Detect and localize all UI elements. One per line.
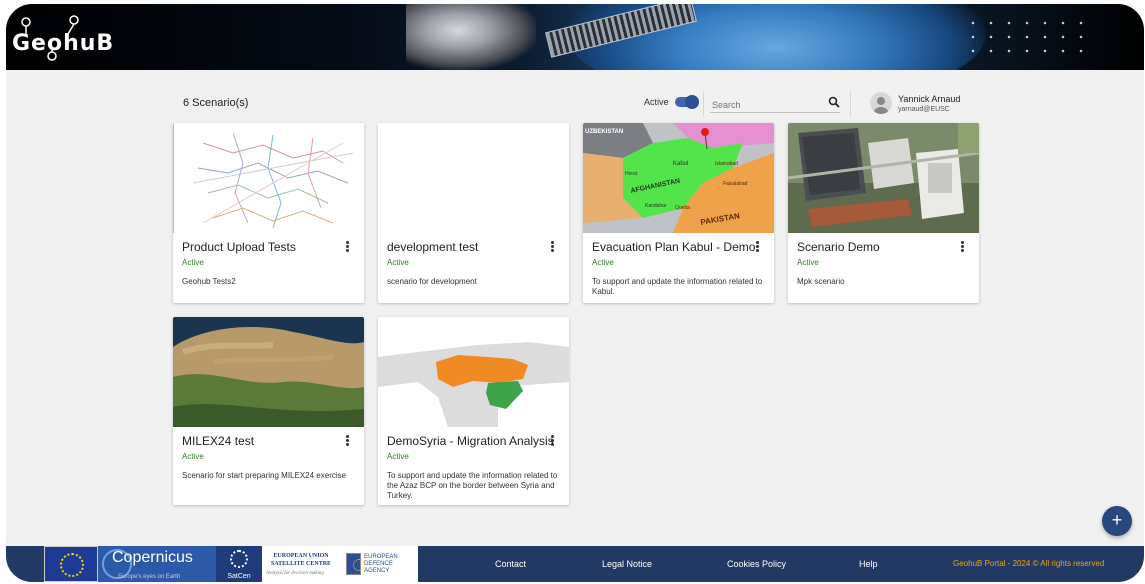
scenario-thumbnail (173, 123, 364, 233)
status-badge: Active (182, 258, 204, 267)
eda-label: EUROPEAN DEFENCE AGENCY (364, 553, 398, 574)
user-email: yarnaud@EUSC (898, 105, 950, 113)
user-name: Yannick Arnaud (898, 93, 961, 104)
user-menu[interactable]: Yannick Arnaud yarnaud@EUSC (870, 92, 960, 114)
status-badge: Active (387, 258, 409, 267)
satellite-africa-image (173, 317, 364, 427)
scenario-card[interactable]: development test Active scenario for dev… (378, 123, 569, 303)
toolbar-divider (850, 91, 851, 117)
scenario-count: 6 Scenario(s) (183, 97, 249, 109)
search-icon[interactable] (828, 96, 840, 108)
search-box[interactable] (710, 95, 840, 113)
scenario-thumbnail: UZBEKISTAN AFGHANISTAN PAKISTAN Kabul He… (583, 123, 774, 233)
active-filter-label: Active (644, 97, 669, 107)
scenario-title[interactable]: Evacuation Plan Kabul - Demo (592, 240, 765, 254)
scenario-title[interactable]: Product Upload Tests (182, 240, 355, 254)
network-map-image (173, 123, 364, 233)
more-options-icon[interactable] (551, 435, 555, 447)
scenario-thumbnail (788, 123, 979, 233)
active-toggle[interactable] (674, 95, 699, 109)
footer-link-contact[interactable]: Contact (495, 559, 526, 569)
more-options-icon[interactable] (961, 241, 965, 253)
add-scenario-button[interactable]: + (1102, 506, 1132, 536)
scenario-description: Mpk scenario (797, 277, 845, 286)
satellite-image (406, 4, 536, 70)
scenario-card[interactable]: Product Upload Tests Active Geohub Tests… (173, 123, 364, 303)
footer: Copernicus Europe's eyes on Earth SatCen… (6, 546, 1144, 582)
map-label: Kandahar (645, 203, 667, 209)
more-options-icon[interactable] (756, 241, 760, 253)
scenario-description: Scenario for start preparing MILEX24 exe… (182, 471, 347, 480)
active-filter[interactable]: Active (644, 95, 699, 109)
avatar[interactable] (870, 92, 892, 114)
geohub-logo[interactable]: GeohuB (12, 12, 113, 62)
footer-link-help[interactable]: Help (859, 559, 878, 569)
logo-text: GeohuB (12, 30, 115, 56)
satcen-label: SatCen (227, 573, 251, 580)
status-badge: Active (592, 258, 614, 267)
scenario-description: scenario for development (387, 277, 477, 286)
map-label: Kabul (673, 161, 688, 167)
satcen-logo: SatCen (216, 546, 262, 582)
scenario-title[interactable]: Scenario Demo (797, 240, 970, 254)
stars-image (964, 16, 1084, 56)
satcen-tagline: Analysis for decision making (266, 571, 324, 576)
scenario-title[interactable]: MILEX24 test (182, 434, 355, 448)
satcen-name: EUROPEAN UNION SATELLITE CENTRE Analysis… (262, 546, 340, 582)
scenario-card[interactable]: MILEX24 test Active Scenario for start p… (173, 317, 364, 505)
status-badge: Active (182, 452, 204, 461)
map-label: Quetta (675, 205, 690, 211)
status-badge: Active (387, 452, 409, 461)
satcen-full-name: EUROPEAN UNION SATELLITE CENTRE (270, 553, 332, 567)
app-frame: GeohuB 6 Scenario(s) Active Yannick Arna… (6, 4, 1144, 582)
afghanistan-map-image: UZBEKISTAN AFGHANISTAN PAKISTAN Kabul He… (583, 123, 774, 233)
eda-badge-icon (346, 553, 366, 575)
scenario-description: To support and update the information re… (387, 471, 558, 500)
map-label: Herat (625, 171, 638, 177)
scenario-description: Geohub Tests2 (182, 277, 236, 286)
scenario-card[interactable]: UZBEKISTAN AFGHANISTAN PAKISTAN Kabul He… (583, 123, 774, 303)
scenario-thumbnail (378, 123, 569, 233)
header-banner: GeohuB (6, 4, 1144, 70)
status-badge: Active (797, 258, 819, 267)
toolbar-divider (703, 91, 704, 117)
turkey-syria-map-image (378, 317, 569, 427)
copernicus-label: Copernicus (112, 549, 193, 566)
more-options-icon[interactable] (346, 241, 350, 253)
scenario-thumbnail (378, 317, 569, 427)
footer-link-legal-notice[interactable]: Legal Notice (602, 559, 652, 569)
scenario-title[interactable]: development test (387, 240, 560, 254)
scenario-title[interactable]: DemoSyria - Migration Analysis (387, 434, 560, 448)
eda-logo: EUROPEAN DEFENCE AGENCY (340, 546, 418, 582)
copyright-text: GeohuB Portal - 2024 © All rights reserv… (953, 559, 1105, 568)
footer-link-cookies-policy[interactable]: Cookies Policy (727, 559, 786, 569)
scenario-description: To support and update the information re… (592, 277, 763, 296)
aerial-photo-image (788, 123, 979, 233)
map-label: UZBEKISTAN (585, 129, 623, 135)
search-input[interactable] (710, 97, 820, 113)
map-label: Islamabad (715, 161, 738, 167)
scenario-thumbnail (173, 317, 364, 427)
copernicus-tagline: Europe's eyes on Earth (118, 574, 181, 580)
map-pin-icon (701, 128, 709, 136)
partner-logos: Copernicus Europe's eyes on Earth SatCen… (44, 546, 418, 582)
copernicus-logo: Copernicus Europe's eyes on Earth (98, 546, 216, 582)
scenario-card[interactable]: DemoSyria - Migration Analysis Active To… (378, 317, 569, 505)
eu-flag-icon (44, 546, 98, 582)
more-options-icon[interactable] (346, 435, 350, 447)
more-options-icon[interactable] (551, 241, 555, 253)
map-label: Faisalabad (723, 181, 748, 187)
scenario-card[interactable]: Scenario Demo Active Mpk scenario (788, 123, 979, 303)
